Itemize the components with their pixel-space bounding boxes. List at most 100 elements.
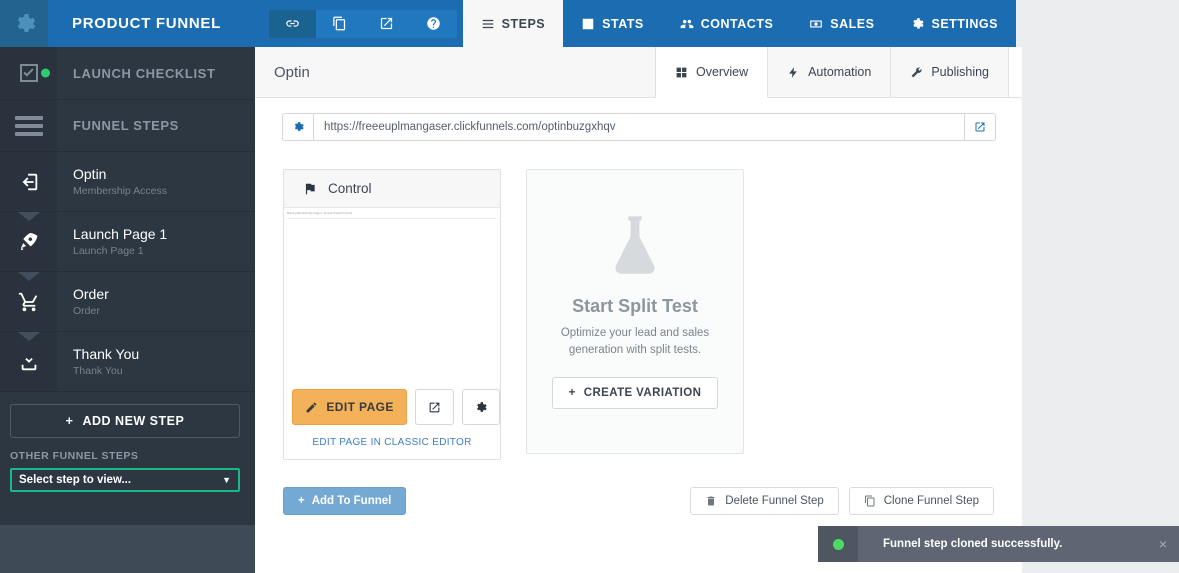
delete-funnel-step-button[interactable]: Delete Funnel Step [690, 487, 839, 515]
step-select-area: Select step to view... ▼ [0, 468, 255, 492]
tab-automation-label: Automation [808, 65, 872, 79]
step-body: Optin Membership Access [57, 152, 255, 211]
external-link-icon [975, 122, 985, 132]
add-to-funnel-button[interactable]: + Add To Funnel [283, 487, 407, 515]
add-new-step-button[interactable]: + ADD NEW STEP [10, 404, 240, 438]
top-bar: PRODUCT FUNNEL STEPS STATS CONTACTS SALE… [0, 0, 1016, 47]
other-steps-select[interactable]: Select step to view... ▼ [10, 468, 240, 492]
sidebar-step-thank-you[interactable]: Thank You Thank You [0, 332, 255, 392]
flag-icon [305, 183, 315, 194]
nav-tab-contacts[interactable]: CONTACTS [661, 0, 792, 47]
nav-tab-stats[interactable]: STATS [563, 0, 662, 47]
success-dot-icon [832, 538, 844, 550]
step-name: Order [73, 286, 109, 302]
page-thumbnail[interactable]: Missing Membership Page in Funnel Produc… [284, 208, 500, 381]
sidebar: LAUNCH CHECKLIST FUNNEL STEPS Optin Memb… [0, 47, 255, 573]
url-settings-button[interactable] [282, 113, 313, 141]
sidebar-step-launch-page-1[interactable]: Launch Page 1 Launch Page 1 [0, 212, 255, 272]
nav-tab-settings[interactable]: SETTINGS [892, 0, 1016, 47]
add-to-funnel-label: Add To Funnel [311, 495, 392, 507]
checklist-body: LAUNCH CHECKLIST [57, 47, 255, 99]
launch-checklist-label: LAUNCH CHECKLIST [73, 65, 216, 81]
step-icon-cell [0, 332, 57, 391]
wrench-icon [911, 66, 922, 77]
panel-header: Optin Overview Automation Publishing [255, 47, 1022, 98]
gear-icon [477, 401, 487, 412]
page-settings-button[interactable] [461, 389, 500, 425]
preview-page-button[interactable] [415, 389, 454, 425]
nav-tab-sales[interactable]: SALES [791, 0, 893, 47]
sidebar-footer [0, 525, 255, 573]
create-variation-button[interactable]: + CREATE VARIATION [551, 377, 719, 410]
create-variation-label: CREATE VARIATION [583, 387, 702, 400]
step-icon-cell [0, 272, 57, 331]
external-link-icon-button[interactable] [362, 9, 410, 38]
sidebar-step-optin[interactable]: Optin Membership Access [0, 152, 255, 212]
step-texts: Launch Page 1 Launch Page 1 [73, 226, 167, 257]
nav-tab-steps[interactable]: STEPS [462, 0, 564, 47]
split-test-title: Start Split Test [572, 295, 698, 316]
app-logo[interactable] [0, 0, 48, 47]
other-funnel-steps-label: OTHER FUNNEL STEPS [10, 450, 139, 462]
funnel-steps-body: FUNNEL STEPS [57, 100, 255, 151]
funnel-steps-icon-cell [0, 100, 57, 151]
copy-icon-button[interactable] [315, 9, 363, 38]
edit-page-label: EDIT PAGE [326, 400, 394, 414]
gear-icon [294, 122, 304, 131]
trash-icon [707, 496, 715, 506]
toast-icon-cell [818, 526, 858, 562]
clickfunnels-app: PRODUCT FUNNEL STEPS STATS CONTACTS SALE… [0, 0, 1179, 573]
checklist-status-dot [41, 68, 50, 78]
sidebar-item-launch-checklist[interactable]: LAUNCH CHECKLIST [0, 47, 255, 100]
bar-chart-icon [582, 18, 594, 29]
tab-overview-label: Overview [696, 65, 749, 79]
funnel-steps-label: FUNNEL STEPS [73, 118, 179, 133]
plus-icon: + [298, 495, 305, 507]
panel-title-cell: Optin [255, 47, 656, 97]
link-icon-button[interactable] [268, 9, 316, 38]
url-input[interactable]: https://freeeuplmangaser.clickfunnels.co… [313, 113, 965, 141]
tab-overview[interactable]: Overview [656, 47, 769, 98]
quick-action-icons [268, 9, 457, 38]
step-name: Optin [73, 166, 107, 182]
control-variation-card: Control Missing Membership Page in Funne… [283, 169, 501, 460]
edit-page-button[interactable]: EDIT PAGE [292, 389, 408, 425]
step-subtitle: Order [73, 305, 100, 317]
plus-icon: + [568, 387, 576, 400]
tab-automation[interactable]: Automation [768, 47, 892, 97]
close-icon[interactable]: × [1159, 536, 1179, 552]
plus-icon: + [65, 414, 74, 428]
grid-icon [676, 67, 687, 77]
help-icon-button[interactable] [409, 9, 457, 38]
sidebar-header-funnel-steps[interactable]: FUNNEL STEPS [0, 100, 255, 152]
sidebar-step-order[interactable]: Order Order [0, 272, 255, 332]
add-step-area: + ADD NEW STEP [0, 392, 255, 438]
split-test-description: Optimize your lead and sales generation … [560, 326, 710, 356]
chevron-connector-icon [17, 272, 40, 281]
step-name: Thank You [73, 346, 140, 362]
edit-in-classic-editor-link[interactable]: EDIT PAGE IN CLASSIC EDITOR [284, 425, 500, 459]
clone-funnel-step-button[interactable]: Clone Funnel Step [848, 487, 994, 515]
sign-in-icon [22, 173, 37, 190]
chevron-connector-icon [17, 332, 40, 341]
control-card-header: Control [284, 170, 500, 208]
panel-subtabs: Overview Automation Publishing [656, 47, 1010, 98]
add-new-step-label: ADD NEW STEP [82, 414, 185, 428]
gear-icon [17, 13, 36, 32]
split-test-card: Start Split Test Optimize your lead and … [526, 169, 744, 454]
main-panel: Optin Overview Automation Publishing htt… [255, 47, 1022, 573]
nav-tab-settings-label: SETTINGS [931, 16, 998, 31]
step-subtitle: Membership Access [73, 185, 167, 197]
url-open-button[interactable] [965, 113, 996, 141]
help-circle-icon [427, 17, 440, 30]
tab-publishing-label: Publishing [931, 65, 990, 79]
hamburger-icon [482, 19, 493, 28]
delete-funnel-step-label: Delete Funnel Step [725, 495, 824, 507]
external-link-icon [380, 17, 393, 30]
step-icon-cell [0, 152, 57, 211]
list-icon [14, 115, 43, 136]
link-icon [286, 20, 299, 27]
shopping-cart-icon [18, 292, 37, 311]
tab-publishing[interactable]: Publishing [891, 47, 1010, 97]
step-subtitle: Launch Page 1 [73, 245, 144, 257]
